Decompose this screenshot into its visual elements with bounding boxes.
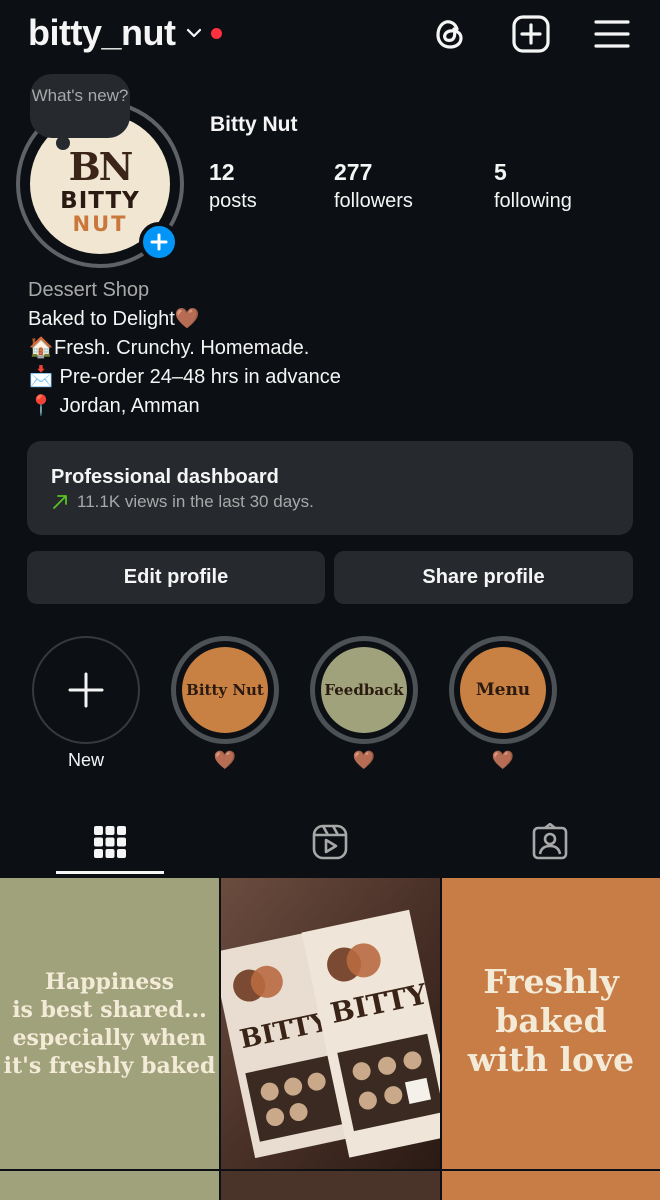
following-count[interactable]: 5 following — [494, 158, 572, 216]
envelope-icon: 📩 — [28, 366, 54, 388]
stat-label: followers — [334, 190, 413, 212]
highlight-label: 🤎 — [213, 750, 237, 770]
highlight-ring: Feedback — [310, 636, 418, 744]
caption-line: Freshly — [483, 962, 619, 1001]
edit-profile-button[interactable]: Edit profile — [27, 551, 325, 604]
create-post-icon[interactable] — [511, 14, 551, 54]
stat-value: 5 — [494, 159, 507, 185]
bio-line: Baked to Delight🤎 — [28, 308, 200, 330]
post-caption: Happiness is best shared... especially w… — [0, 968, 219, 1080]
house-icon: 🏠 — [28, 337, 54, 359]
caption-line: with love — [467, 1040, 635, 1079]
caption-line: Happiness — [45, 969, 174, 995]
highlight-bitty-nut[interactable]: Bitty Nut 🤎 — [171, 636, 279, 771]
plus-icon — [68, 672, 104, 708]
trend-up-icon — [53, 495, 67, 509]
top-bar: bitty_nut — [0, 0, 660, 72]
bio-line-text: Pre-order 24–48 hrs in advance — [54, 366, 341, 388]
tab-tagged[interactable] — [440, 808, 660, 876]
highlight-cover: Feedback — [321, 647, 407, 733]
post-tile[interactable] — [0, 1171, 219, 1200]
note-bubble-tail — [56, 136, 70, 150]
highlight-label: New — [67, 750, 104, 770]
posts-grid: Happiness is best shared... especially w… — [0, 878, 660, 1200]
username: bitty_nut — [28, 12, 176, 53]
bio-line: 📩 Pre-order 24–48 hrs in advance — [28, 363, 341, 392]
bio-line-text: Jordan, Amman — [54, 395, 200, 417]
bio: Dessert Shop Baked to Delight🤎 🏠Fresh. C… — [28, 276, 341, 421]
highlight-label: 🤎 — [352, 750, 376, 770]
reels-icon — [312, 824, 348, 860]
highlight-label: 🤎 — [491, 750, 515, 770]
chevron-down-icon — [187, 28, 202, 38]
post-tile[interactable]: Happiness is best shared... especially w… — [0, 878, 219, 1169]
caption-line: it's freshly baked — [3, 1053, 216, 1079]
grid-icon — [94, 826, 126, 858]
highlight-ring: Bitty Nut — [171, 636, 279, 744]
post-tile[interactable] — [442, 1171, 660, 1200]
highlight-new[interactable]: New — [32, 636, 140, 771]
bio-line-text: Fresh. Crunchy. Homemade. — [54, 337, 310, 359]
active-tab-indicator — [56, 871, 164, 874]
followers-count[interactable]: 277 followers — [334, 158, 413, 216]
profile-tabs — [0, 808, 660, 876]
dashboard-subtitle: 11.1K views in the last 30 days. — [51, 492, 609, 512]
pin-icon: 📍 — [28, 395, 54, 417]
caption-line: is best shared... — [12, 997, 207, 1023]
tagged-icon — [532, 823, 568, 860]
display-name: Bitty Nut — [210, 113, 298, 136]
stat-label: following — [494, 190, 572, 212]
tab-reels[interactable] — [220, 808, 440, 876]
highlight-ring: Menu — [449, 636, 557, 744]
logo-word-bitty: BITTY — [60, 188, 140, 214]
plus-icon — [150, 233, 168, 251]
highlight-cover: Menu — [460, 647, 546, 733]
add-story-button[interactable] — [139, 222, 179, 262]
stat-value: 277 — [334, 159, 373, 185]
stat-label: posts — [209, 190, 257, 212]
caption-line: especially when — [12, 1025, 207, 1051]
post-photo: BITTY BITTY — [221, 878, 440, 1169]
bio-line: 📍 Jordan, Amman — [28, 392, 341, 421]
bio-line: 🏠Fresh. Crunchy. Homemade. — [28, 334, 341, 363]
post-tile[interactable] — [221, 1171, 440, 1200]
post-caption: Freshly baked with love — [442, 962, 660, 1079]
stat-value: 12 — [209, 159, 235, 185]
note-bubble[interactable]: What's new? — [30, 74, 130, 138]
posts-count[interactable]: 12 posts — [209, 158, 257, 216]
highlight-cover — [32, 636, 140, 744]
logo-mark: BN — [68, 144, 134, 189]
post-tile[interactable]: Freshly baked with love — [442, 878, 660, 1169]
professional-dashboard[interactable]: Professional dashboard 11.1K views in th… — [27, 441, 633, 535]
notification-dot — [211, 27, 223, 39]
highlight-cover: Bitty Nut — [182, 647, 268, 733]
tab-grid[interactable] — [0, 808, 220, 876]
post-tile[interactable]: BITTY BITTY — [221, 878, 440, 1169]
dashboard-title: Professional dashboard — [51, 466, 279, 488]
account-switcher[interactable]: bitty_nut — [28, 12, 223, 54]
share-profile-button[interactable]: Share profile — [334, 551, 633, 604]
category-label: Dessert Shop — [28, 279, 150, 301]
caption-line: baked — [495, 1001, 607, 1040]
dashboard-views: 11.1K views in the last 30 days. — [77, 492, 314, 511]
highlight-menu[interactable]: Menu 🤎 — [449, 636, 557, 771]
threads-icon[interactable] — [430, 14, 470, 54]
highlight-feedback[interactable]: Feedback 🤎 — [310, 636, 418, 771]
menu-icon[interactable] — [592, 14, 632, 54]
